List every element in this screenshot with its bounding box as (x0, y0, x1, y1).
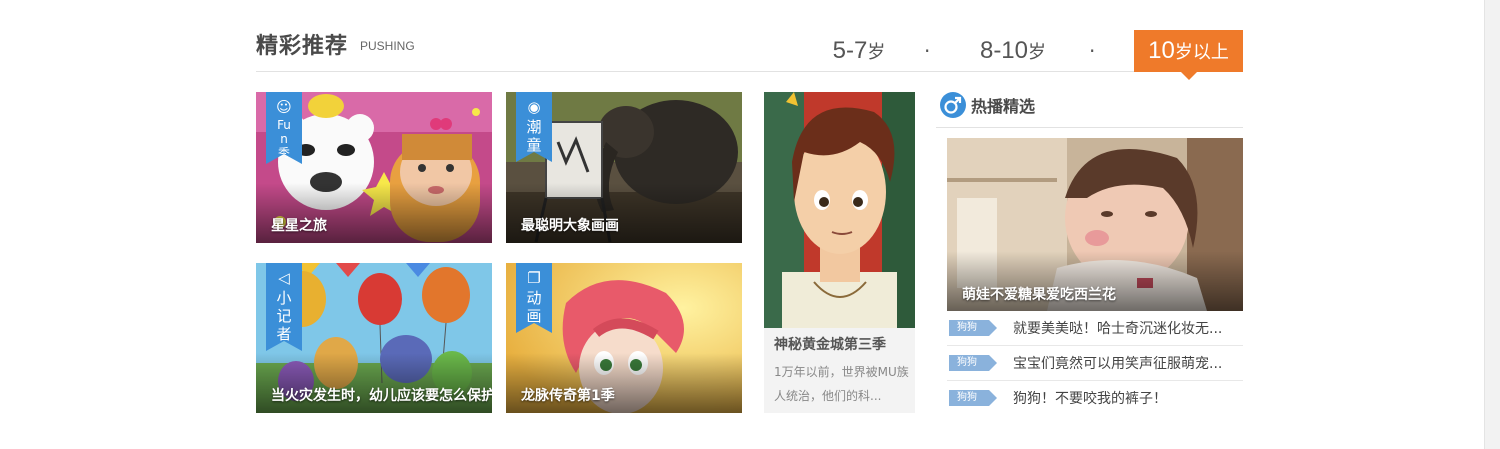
megaphone-icon: ◁ (278, 269, 290, 287)
tab-age-number: 5-7 (832, 37, 868, 64)
category-tag: 狗狗 (949, 320, 997, 336)
tab-separator: · (1089, 39, 1096, 63)
category-badge: ❐ 动画 (516, 263, 552, 333)
section-header: 精彩推荐 PUSHING 5-7岁 · 8-10岁 · 10岁以上 (256, 0, 1243, 80)
hot-item-title: 就要美美哒！哈士奇沉迷化妆无... (1013, 321, 1223, 337)
tab-age-unit: 岁 (1028, 42, 1047, 62)
age-filter-tabs: 5-7岁 · 8-10岁 · 10岁以上 (823, 30, 1243, 80)
category-badge: ☺ Fun秀 (266, 92, 302, 164)
hot-item-title: 宝宝们竟然可以用笑声征服萌宠... (1013, 356, 1223, 372)
category-badge: ◉ 潮童 (516, 92, 552, 162)
hot-item-title: 狗狗！不要咬我的裤子！ (1013, 391, 1167, 407)
video-title: 星星之旅 (271, 218, 327, 234)
hot-list-item[interactable]: 狗狗 宝宝们竟然可以用笑声征服萌宠... (947, 350, 1243, 376)
tab-age-8-10[interactable]: 8-10岁 (971, 30, 1055, 72)
video-title: 萌娃不爱糖果爱吃西兰花 (962, 287, 1116, 303)
page-scrollbar[interactable] (1484, 0, 1500, 449)
category-badge: ◁ 小记者 (266, 263, 302, 351)
video-tile-star-journey[interactable]: ☺ Fun秀 星星之旅 (256, 92, 492, 243)
hot-list-item[interactable]: 狗狗 就要美美哒！哈士奇沉迷化妆无... (947, 315, 1243, 341)
tab-age-number: 8-10 (979, 37, 1029, 64)
video-title: 当火灾发生时，幼儿应该要怎么保护 (271, 388, 492, 404)
section-subtitle: PUSHING (360, 39, 415, 53)
tab-age-unit: 岁以上 (1174, 42, 1229, 62)
video-tile-dragon-legend[interactable]: ❐ 动画 龙脉传奇第1季 (506, 263, 742, 413)
video-poster (764, 92, 915, 328)
male-symbol-icon (940, 92, 966, 118)
hot-list-item[interactable]: 狗狗 狗狗！不要咬我的裤子！ (947, 385, 1243, 411)
category-tag: 狗狗 (949, 355, 997, 371)
category-badge-label: 小记者 (276, 289, 292, 343)
video-title: 神秘黄金城第三季 (774, 337, 886, 353)
category-badge-label: 动画 (526, 289, 542, 325)
category-tag: 狗狗 (949, 390, 997, 406)
video-description: 1万年以前，世界被MU族人统治，他们的科... (774, 365, 909, 403)
section-title: 精彩推荐 (256, 34, 349, 59)
hot-picks-header: 热播精选 (936, 86, 1243, 128)
tab-age-unit: 岁 (867, 42, 886, 62)
tab-age-10-plus[interactable]: 10岁以上 (1134, 30, 1243, 80)
divider (947, 345, 1243, 346)
recommend-section: 精彩推荐 PUSHING 5-7岁 · 8-10岁 · 10岁以上 ☺ Fun秀… (256, 0, 1243, 449)
category-badge-label: 潮童 (526, 118, 542, 154)
video-card-golden-city[interactable]: 神秘黄金城第三季 1万年以前，世界被MU族人统治，他们的科... (764, 92, 915, 413)
category-badge-label: Fun秀 (277, 118, 291, 160)
tab-separator: · (924, 39, 931, 63)
tab-age-number: 10 (1148, 37, 1175, 64)
tab-age-5-7[interactable]: 5-7岁 (823, 30, 895, 72)
video-thumbnail (764, 92, 915, 328)
globe-icon: ◉ (527, 98, 541, 116)
video-tile-fire-safety[interactable]: ◁ 小记者 当火灾发生时，幼儿应该要怎么保护 (256, 263, 492, 413)
smiley-icon: ☺ (276, 98, 292, 116)
copy-icon: ❐ (527, 269, 541, 287)
video-tile-elephant-painting[interactable]: ◉ 潮童 最聪明大象画画 (506, 92, 742, 243)
divider (947, 380, 1243, 381)
video-title: 最聪明大象画画 (521, 218, 619, 234)
hot-picks-title: 热播精选 (971, 97, 1036, 116)
hot-feature-video[interactable]: 萌娃不爱糖果爱吃西兰花 (947, 138, 1243, 311)
video-title: 龙脉传奇第1季 (521, 388, 615, 404)
